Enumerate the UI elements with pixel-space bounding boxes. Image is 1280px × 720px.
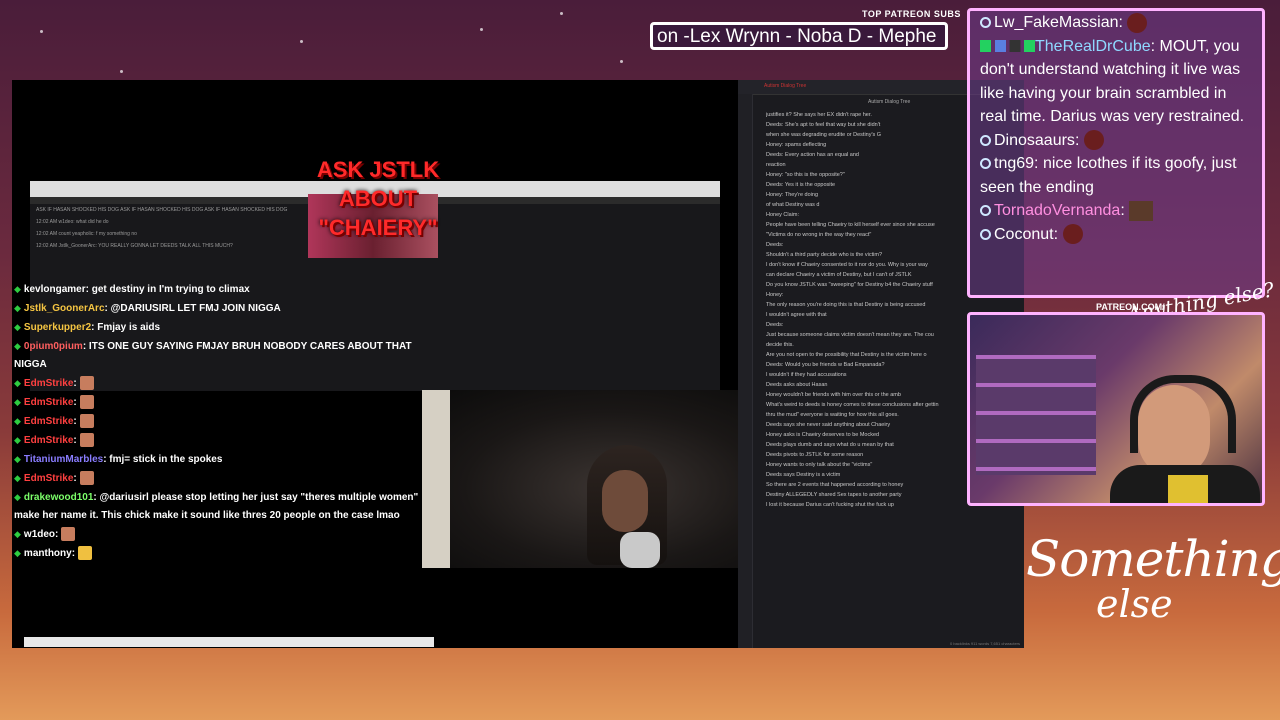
guest-face xyxy=(602,470,648,532)
sub-badge-icon: ◆ xyxy=(14,548,21,558)
chat-username[interactable]: Superkupper2 xyxy=(24,322,91,333)
shared-screen: ASK IF HASAN SHOCKED HIS DOG ASK IF HASA… xyxy=(12,80,738,648)
emote-icon xyxy=(79,395,94,410)
overlay-chat-message: Coconut: xyxy=(980,223,1252,247)
sub-badge-icon: ◆ xyxy=(14,416,21,426)
chat-message: ◆ drakewood101: @dariusirl please stop le… xyxy=(14,492,419,521)
sub-badge-icon: ◆ xyxy=(14,529,21,539)
sub-badge-icon: ◆ xyxy=(14,397,21,407)
overlay-chat: Lw_FakeMassian: TheRealDrCube: MOUT, you… xyxy=(967,8,1265,298)
chat-message: ◆ EdmStrike: xyxy=(14,431,432,450)
chat-username[interactable]: kevlongamer xyxy=(24,284,86,295)
notes-tab[interactable]: Autism Dialog Tree xyxy=(764,83,806,89)
chat-username[interactable]: Jstlk_GoonerArc xyxy=(24,303,105,314)
emote-icon xyxy=(1127,12,1148,33)
stream-chat: ◆ kevlongamer: get destiny in I'm trying … xyxy=(12,280,432,563)
streamer-webcam xyxy=(967,312,1265,506)
sub-badge-icon: ◆ xyxy=(14,435,21,445)
overlay-chat-message: tng69: nice lcothes if its goofy, just s… xyxy=(980,152,1252,199)
chat-message: ◆ manthony: xyxy=(14,544,432,563)
overlay-chat-username[interactable]: tng69 xyxy=(994,155,1034,172)
sub-badge-icon: ◆ xyxy=(14,378,21,388)
overlay-chat-username[interactable]: Coconut xyxy=(994,226,1054,243)
chat-username[interactable]: TitaniumMarbles xyxy=(24,454,103,465)
brand-word-2: else xyxy=(1096,582,1173,626)
guest-webcam xyxy=(422,390,738,568)
chat-username[interactable]: EdmStrike xyxy=(24,378,73,389)
chat-message: ◆ EdmStrike: xyxy=(14,412,432,431)
emote-icon xyxy=(79,414,94,429)
chat-username[interactable]: EdmStrike xyxy=(24,435,73,446)
chat-message: ◆ Superkupper2: Fmjay is aids xyxy=(14,322,161,333)
patreon-ticker: on -Lex Wrynn - Noba D - Mephe xyxy=(650,22,948,50)
emote-icon xyxy=(79,471,94,486)
overlay-chat-message: Lw_FakeMassian: xyxy=(980,11,1252,35)
sub-badge-icon: ◆ xyxy=(14,473,21,483)
overlay-chat-username[interactable]: TornadoVernanda xyxy=(994,202,1120,219)
sub-badge-icon: ◆ xyxy=(14,322,21,332)
chat-message: ◆ Jstlk_GoonerArc: @DARIUSIRL LET FMJ JOI… xyxy=(14,303,281,314)
sub-badge-icon: ◆ xyxy=(14,492,21,502)
overlay-chat-message: Dinosaaurs: xyxy=(980,129,1252,153)
microphone xyxy=(620,532,660,568)
chat-message: ◆ kevlongamer: get destiny in I'm trying … xyxy=(14,284,250,295)
notes-sidebar xyxy=(738,94,753,648)
chat-message: ◆ EdmStrike: xyxy=(14,374,432,393)
chat-username[interactable]: w1deo xyxy=(24,529,55,540)
chat-message: ◆ EdmStrike: xyxy=(14,469,432,488)
chat-username[interactable]: EdmStrike xyxy=(24,416,73,427)
chat-bubble-icon xyxy=(980,134,991,146)
badge-icons xyxy=(980,40,1035,53)
chat-message: ◆ 0pium0pium: ITS ONE GUY SAYING FMJAY BR… xyxy=(14,341,412,370)
overlay-chat-username[interactable]: TheRealDrCube xyxy=(1035,38,1151,55)
sub-badge-icon: ◆ xyxy=(14,303,21,313)
overlay-chat-username[interactable]: Lw_FakeMassian xyxy=(994,14,1119,31)
chat-username[interactable]: 0pium0pium xyxy=(24,341,83,352)
emote-icon xyxy=(1062,224,1083,245)
brand-logo: Something else xyxy=(1026,500,1280,630)
emote-icon xyxy=(79,433,94,448)
chat-username[interactable]: EdmStrike xyxy=(24,397,73,408)
notes-title: Autism Dialog Tree xyxy=(868,99,911,105)
chat-message: ◆ w1deo: xyxy=(14,525,432,544)
chat-message: ◆ TitaniumMarbles: fmj= stick in the spok… xyxy=(14,454,223,465)
door-frame xyxy=(422,390,450,568)
chat-bubble-icon xyxy=(980,228,991,240)
patreon-header: TOP PATREON SUBS xyxy=(862,9,961,19)
chat-message: ◆ EdmStrike: xyxy=(14,393,432,412)
emote-icon xyxy=(79,376,94,391)
notes-line: The only reason you're doing this is tha… xyxy=(766,302,926,308)
chat-username[interactable]: manthony xyxy=(24,548,72,559)
ticker-text: on -Lex Wrynn - Noba D - Mephe xyxy=(657,26,937,47)
chat-bubble-icon xyxy=(980,205,991,217)
overlay-chat-text: : xyxy=(1118,14,1123,31)
notes-status-bar: 0 backlinks 911 words 7,651 characters xyxy=(950,641,1020,646)
overlay-chat-message: TornadoVernanda: xyxy=(980,199,1252,223)
ask-jstlk-banner: ASK JSTLK ABOUT "CHAIERY" xyxy=(316,157,440,240)
emote-icon xyxy=(1083,130,1104,151)
chat-bubble-icon xyxy=(980,17,991,29)
taskbar xyxy=(24,637,434,647)
chat-bubble-icon xyxy=(980,158,991,170)
sub-badge-icon: ◆ xyxy=(14,341,21,351)
overlay-chat-username[interactable]: Dinosaaurs xyxy=(994,132,1075,149)
chat-username[interactable]: EdmStrike xyxy=(24,473,73,484)
overlay-chat-text: : xyxy=(1120,202,1125,219)
chat-username[interactable]: drakewood101 xyxy=(24,492,93,503)
sub-badge-icon: ◆ xyxy=(14,454,21,464)
cat-emote-icon xyxy=(77,546,92,561)
overlay-chat-text: : xyxy=(1053,225,1059,243)
sub-badge-icon: ◆ xyxy=(14,284,21,294)
shelf xyxy=(976,355,1096,475)
streamer-head xyxy=(1138,385,1210,477)
overlay-chat-message: TheRealDrCube: MOUT, you don't understan… xyxy=(980,35,1252,129)
brand-word-1: Something xyxy=(1026,530,1280,588)
emote-icon xyxy=(1129,200,1154,221)
emote-icon xyxy=(61,527,76,542)
overlay-chat-text: : xyxy=(1074,131,1080,149)
